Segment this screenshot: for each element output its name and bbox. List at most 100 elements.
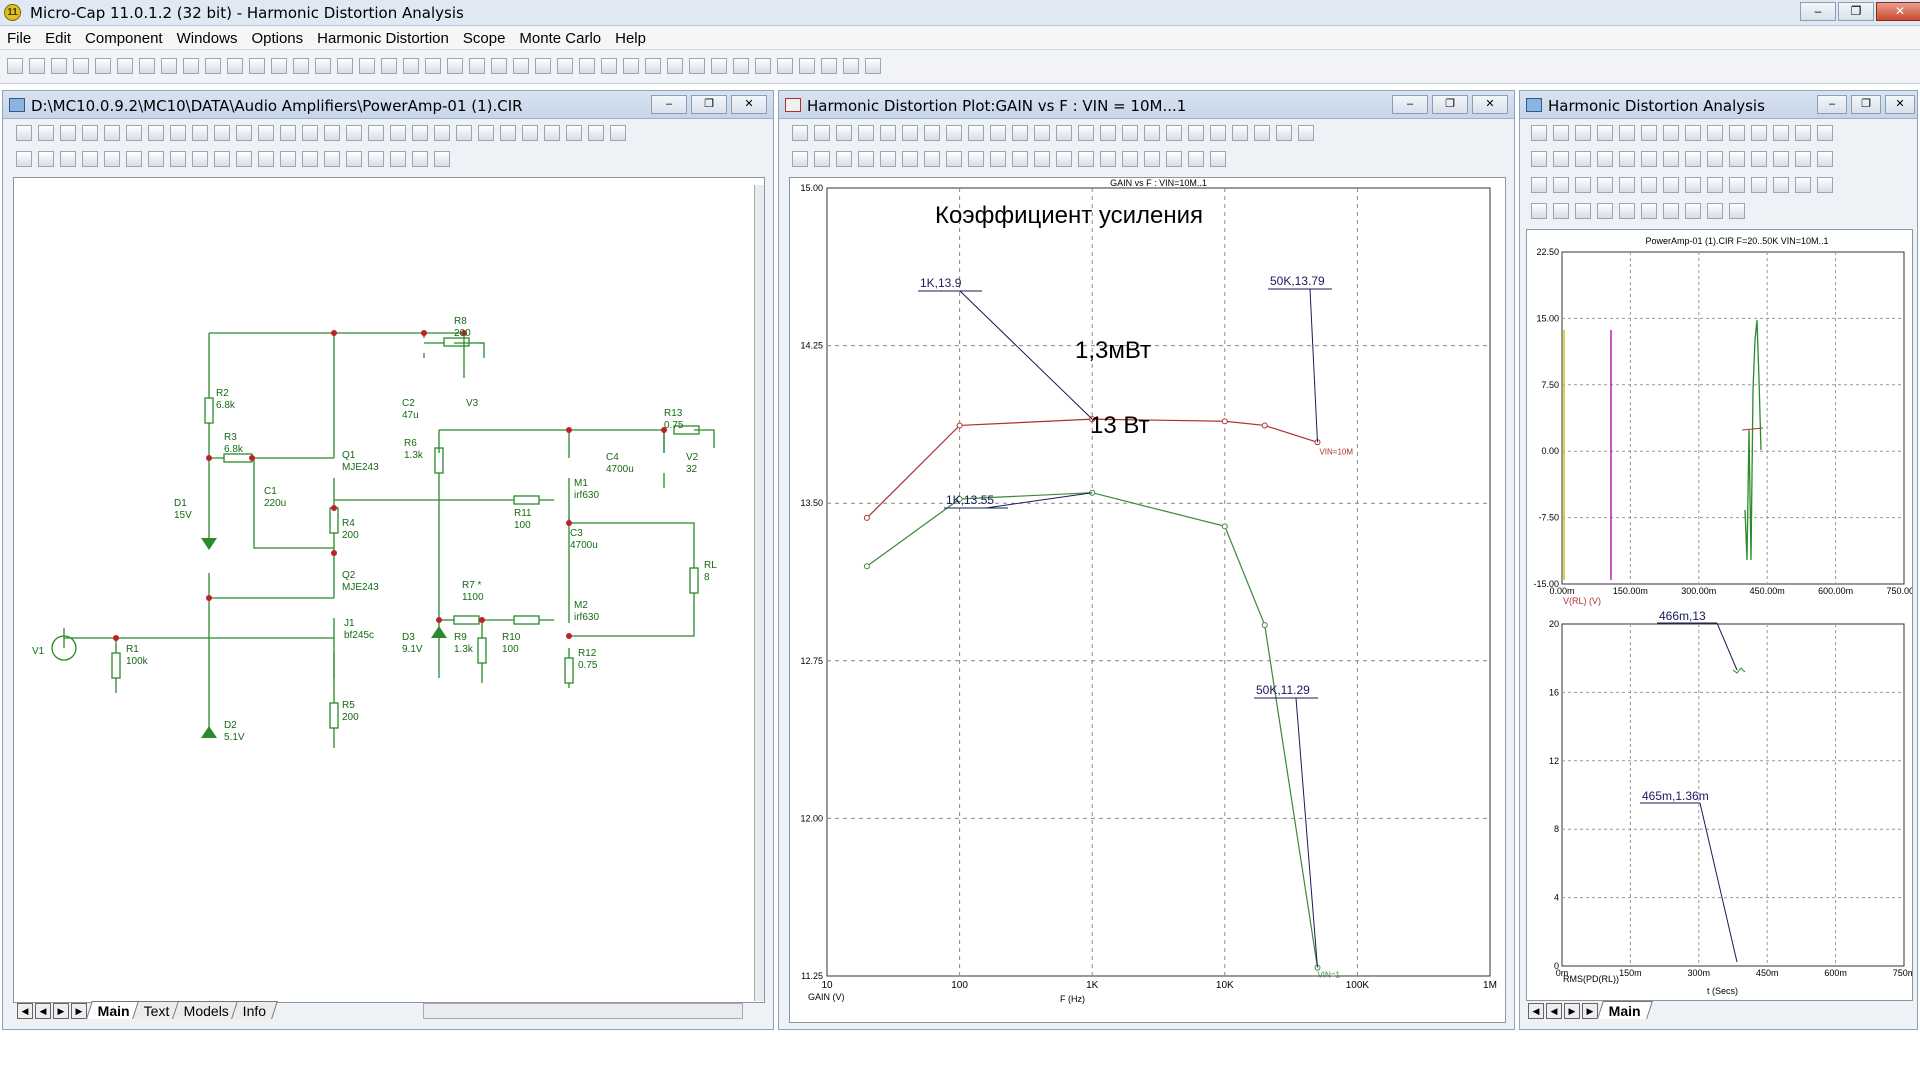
analysis-toolbar-tool-icon[interactable] [1641, 177, 1657, 193]
main-toolbar-tool-icon[interactable] [205, 58, 221, 74]
hd-analysis-window-titlebar[interactable]: Harmonic Distortion Analysis – ❐ ✕ [1520, 91, 1917, 119]
schematic-toolbar-tool-icon[interactable] [192, 151, 208, 167]
data-point[interactable] [863, 514, 870, 521]
analysis-plot-canvas[interactable]: 0.00m150.00m300.00m450.00m600.00m750.00m… [1526, 229, 1913, 1001]
close-button[interactable]: ✕ [731, 95, 767, 114]
analysis-toolbar-tool-icon[interactable] [1641, 125, 1657, 141]
main-toolbar-tool-icon[interactable] [337, 58, 353, 74]
tab-nav-first-button[interactable]: ◀ [1528, 1003, 1544, 1019]
schematic-toolbar-tool-icon[interactable] [82, 151, 98, 167]
analysis-toolbar-tool-icon[interactable] [1575, 177, 1591, 193]
main-toolbar-tool-icon[interactable] [227, 58, 243, 74]
plot-toolbar-tool-icon[interactable] [880, 125, 896, 141]
schematic-toolbar-tool-icon[interactable] [16, 125, 32, 141]
main-toolbar-tool-icon[interactable] [95, 58, 111, 74]
menu-help[interactable]: Help [608, 26, 653, 49]
tab-nav-prev-button[interactable]: ◀ [1546, 1003, 1562, 1019]
close-button[interactable]: ✕ [1876, 2, 1920, 21]
tab-nav-first-button[interactable]: ◀ [17, 1003, 33, 1019]
main-toolbar-tool-icon[interactable] [447, 58, 463, 74]
schematic-toolbar-tool-icon[interactable] [148, 125, 164, 141]
analysis-toolbar-tool-icon[interactable] [1685, 125, 1701, 141]
schematic-toolbar-tool-icon[interactable] [170, 151, 186, 167]
maximize-button[interactable]: ❐ [1838, 2, 1874, 21]
close-button[interactable]: ✕ [1885, 95, 1915, 114]
schematic-toolbar-tool-icon[interactable] [434, 151, 450, 167]
plot-toolbar-tool-icon[interactable] [1232, 125, 1248, 141]
schematic-window-titlebar[interactable]: D:\MC10.0.9.2\MC10\DATA\Audio Amplifiers… [3, 91, 773, 119]
analysis-toolbar-tool-icon[interactable] [1663, 203, 1679, 219]
analysis-toolbar-tool-icon[interactable] [1531, 203, 1547, 219]
main-toolbar-tool-icon[interactable] [425, 58, 441, 74]
analysis-toolbar-tool-icon[interactable] [1553, 203, 1569, 219]
analysis-toolbar-tool-icon[interactable] [1663, 151, 1679, 167]
analysis-toolbar-tool-icon[interactable] [1531, 177, 1547, 193]
analysis-toolbar-tool-icon[interactable] [1619, 203, 1635, 219]
main-toolbar-tool-icon[interactable] [623, 58, 639, 74]
restore-button[interactable]: ❐ [691, 95, 727, 114]
main-toolbar-tool-icon[interactable] [29, 58, 45, 74]
main-toolbar-tool-icon[interactable] [73, 58, 89, 74]
schematic-toolbar-tool-icon[interactable] [214, 125, 230, 141]
main-toolbar-tool-icon[interactable] [249, 58, 265, 74]
schematic-toolbar-tool-icon[interactable] [126, 125, 142, 141]
analysis-toolbar-tool-icon[interactable] [1751, 125, 1767, 141]
tab-nav-last-button[interactable]: ▶ [1582, 1003, 1598, 1019]
main-toolbar-tool-icon[interactable] [139, 58, 155, 74]
schematic-toolbar-tool-icon[interactable] [390, 125, 406, 141]
minimize-button[interactable]: – [1800, 2, 1836, 21]
schematic-toolbar-tool-icon[interactable] [280, 151, 296, 167]
analysis-toolbar-tool-icon[interactable] [1817, 125, 1833, 141]
schematic-toolbar-tool-icon[interactable] [324, 151, 340, 167]
analysis-toolbar-tool-icon[interactable] [1575, 203, 1591, 219]
main-toolbar-tool-icon[interactable] [667, 58, 683, 74]
menu-monte-carlo[interactable]: Monte Carlo [512, 26, 608, 49]
main-toolbar-tool-icon[interactable] [601, 58, 617, 74]
tab-info[interactable]: Info [230, 1001, 279, 1019]
analysis-toolbar-tool-icon[interactable] [1597, 125, 1613, 141]
plot-toolbar-tool-icon[interactable] [1210, 151, 1226, 167]
schematic-toolbar-tool-icon[interactable] [324, 125, 340, 141]
plot-toolbar-tool-icon[interactable] [836, 125, 852, 141]
data-point[interactable] [1221, 523, 1228, 530]
schematic-toolbar-tool-icon[interactable] [104, 151, 120, 167]
schematic-toolbar-tool-icon[interactable] [566, 125, 582, 141]
tab-nav-last-button[interactable]: ▶ [71, 1003, 87, 1019]
schematic-toolbar-tool-icon[interactable] [60, 151, 76, 167]
main-toolbar-tool-icon[interactable] [381, 58, 397, 74]
analysis-toolbar-tool-icon[interactable] [1707, 151, 1723, 167]
schematic-toolbar-tool-icon[interactable] [38, 125, 54, 141]
schematic-toolbar-tool-icon[interactable] [214, 151, 230, 167]
main-toolbar-tool-icon[interactable] [117, 58, 133, 74]
schematic-toolbar-tool-icon[interactable] [478, 125, 494, 141]
schematic-toolbar-tool-icon[interactable] [434, 125, 450, 141]
schematic-toolbar-tool-icon[interactable] [346, 151, 362, 167]
analysis-toolbar-tool-icon[interactable] [1597, 177, 1613, 193]
plot-toolbar-tool-icon[interactable] [1276, 125, 1292, 141]
main-toolbar-tool-icon[interactable] [711, 58, 727, 74]
analysis-toolbar-tool-icon[interactable] [1773, 177, 1789, 193]
analysis-toolbar-tool-icon[interactable] [1597, 151, 1613, 167]
analysis-toolbar-tool-icon[interactable] [1575, 151, 1591, 167]
plot-toolbar-tool-icon[interactable] [1166, 125, 1182, 141]
schematic-toolbar-tool-icon[interactable] [82, 125, 98, 141]
plot-toolbar-tool-icon[interactable] [1078, 151, 1094, 167]
schematic-toolbar-tool-icon[interactable] [522, 125, 538, 141]
analysis-toolbar-tool-icon[interactable] [1531, 151, 1547, 167]
analysis-toolbar-tool-icon[interactable] [1707, 177, 1723, 193]
plot-toolbar-tool-icon[interactable] [792, 151, 808, 167]
plot-toolbar-tool-icon[interactable] [1034, 151, 1050, 167]
schematic-toolbar-tool-icon[interactable] [38, 151, 54, 167]
schematic-toolbar-tool-icon[interactable] [412, 151, 428, 167]
analysis-toolbar-tool-icon[interactable] [1773, 125, 1789, 141]
analysis-toolbar-tool-icon[interactable] [1795, 125, 1811, 141]
plot-toolbar-tool-icon[interactable] [858, 151, 874, 167]
analysis-toolbar-tool-icon[interactable] [1795, 177, 1811, 193]
plot-toolbar-tool-icon[interactable] [814, 125, 830, 141]
schematic-horizontal-scrollbar[interactable] [423, 1003, 743, 1019]
schematic-toolbar-tool-icon[interactable] [258, 151, 274, 167]
schematic-toolbar-tool-icon[interactable] [368, 151, 384, 167]
schematic-toolbar-tool-icon[interactable] [236, 125, 252, 141]
schematic-canvas[interactable]: R2 6.8k R8 200 C2 47u V3 R3 6.8k Q1 MJE243 R13 0.75 R… [13, 177, 765, 1003]
schematic-toolbar-tool-icon[interactable] [588, 125, 604, 141]
